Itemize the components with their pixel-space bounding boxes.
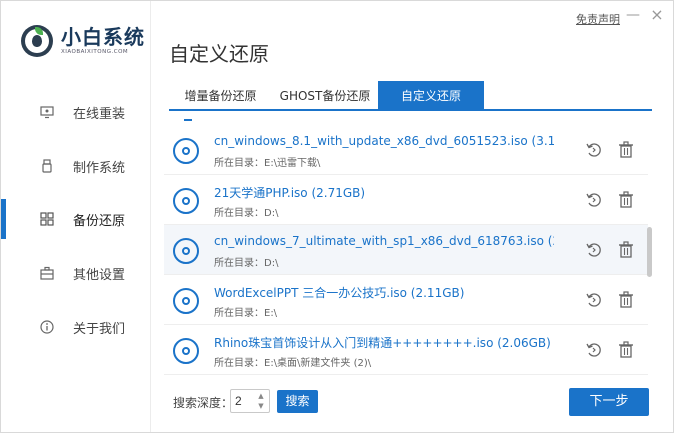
tab-bar: 增量备份还原 GHOST备份还原 自定义还原: [169, 81, 652, 111]
restore-icon[interactable]: [584, 239, 604, 261]
list-top-indicator: [184, 119, 192, 121]
restore-icon[interactable]: [584, 189, 604, 211]
disclaimer-link[interactable]: 免责声明: [576, 11, 620, 27]
sidebar-item-online-reinstall[interactable]: 在线重装: [1, 92, 151, 132]
restore-icon[interactable]: [584, 339, 604, 361]
disc-icon: [173, 338, 199, 364]
delete-icon[interactable]: [616, 239, 636, 261]
file-name[interactable]: cn_windows_8.1_with_update_x86_dvd_60515…: [214, 134, 554, 148]
file-directory: 所在目录：E:\: [214, 308, 278, 319]
file-directory: 所在目录：E:\桌面\新建文件夹 (2)\: [214, 358, 372, 369]
sidebar-item-label: 其他设置: [73, 267, 126, 283]
restore-icon[interactable]: [584, 139, 604, 161]
close-button[interactable]: ×: [649, 7, 665, 23]
disc-icon: [173, 238, 199, 264]
list-item[interactable]: WordExcelPPT 三合一办公技巧.iso (2.11GB) 所在目录：E…: [164, 275, 648, 325]
disc-icon: [173, 288, 199, 314]
delete-icon[interactable]: [616, 289, 636, 311]
file-name[interactable]: Rhino珠宝首饰设计从入门到精通++++++++.iso (2.06GB): [214, 334, 554, 351]
sidebar-item-label: 在线重装: [73, 106, 126, 122]
file-directory: 所在目录：D:\: [214, 208, 279, 219]
delete-icon[interactable]: [616, 139, 636, 161]
search-depth-label: 搜索深度：: [173, 396, 234, 410]
list-item[interactable]: Rhino珠宝首饰设计从入门到精通++++++++.iso (2.06GB) 所…: [164, 325, 648, 375]
sidebar-item-label: 备份还原: [73, 213, 126, 229]
file-directory: 所在目录：D:\: [214, 258, 279, 269]
file-directory: 所在目录：E:\迅雷下载\: [214, 158, 321, 169]
monitor-icon: [39, 104, 55, 120]
list-item[interactable]: cn_windows_8.1_with_update_x86_dvd_60515…: [164, 125, 648, 175]
brand-title: 小白系统: [61, 25, 145, 49]
list-item[interactable]: 21天学通PHP.iso (2.71GB) 所在目录：D:\: [164, 175, 648, 225]
tab-ghost-backup[interactable]: GHOST备份还原: [272, 81, 378, 109]
disc-icon: [173, 138, 199, 164]
stepper-down-icon[interactable]: ▼: [256, 401, 266, 411]
delete-icon[interactable]: [616, 339, 636, 361]
file-list: cn_windows_8.1_with_update_x86_dvd_60515…: [164, 119, 656, 375]
file-name[interactable]: cn_windows_7_ultimate_with_sp1_x86_dvd_6…: [214, 234, 554, 248]
sidebar-item-backup-restore[interactable]: 备份还原: [1, 199, 151, 239]
app-window: 小白系统 XIAOBAIXITONG.COM 在线重装 制作系统 备份还原 其他…: [0, 0, 674, 433]
sidebar-item-label: 制作系统: [73, 160, 126, 176]
briefcase-icon: [39, 265, 55, 281]
sidebar-item-other-settings[interactable]: 其他设置: [1, 253, 151, 293]
sidebar-item-label: 关于我们: [73, 321, 126, 337]
disc-icon: [173, 188, 199, 214]
info-icon: [39, 319, 55, 335]
search-button[interactable]: 搜索: [277, 390, 318, 413]
tab-custom-restore[interactable]: 自定义还原: [378, 81, 484, 109]
page-title: 自定义还原: [169, 42, 269, 66]
sidebar-item-about-us[interactable]: 关于我们: [1, 307, 151, 347]
grid-backup-icon: [39, 211, 55, 227]
minimize-button[interactable]: —: [625, 7, 641, 23]
usb-drive-icon: [39, 158, 55, 174]
file-name[interactable]: WordExcelPPT 三合一办公技巧.iso (2.11GB): [214, 284, 554, 301]
tab-incremental-backup[interactable]: 增量备份还原: [169, 81, 272, 109]
brand-subtitle: XIAOBAIXITONG.COM: [61, 49, 129, 55]
delete-icon[interactable]: [616, 189, 636, 211]
next-step-button[interactable]: 下一步: [569, 388, 649, 416]
app-logo: 小白系统 XIAOBAIXITONG.COM: [21, 25, 145, 57]
sidebar-item-make-system[interactable]: 制作系统: [1, 146, 151, 186]
stepper-up-icon[interactable]: ▲: [256, 391, 266, 401]
file-name[interactable]: 21天学通PHP.iso (2.71GB): [214, 184, 554, 201]
list-item[interactable]: cn_windows_7_ultimate_with_sp1_x86_dvd_6…: [164, 225, 648, 275]
list-scrollbar[interactable]: [647, 227, 652, 277]
sidebar: 小白系统 XIAOBAIXITONG.COM 在线重装 制作系统 备份还原 其他…: [1, 1, 151, 432]
restore-icon[interactable]: [584, 289, 604, 311]
logo-icon: [21, 25, 53, 57]
